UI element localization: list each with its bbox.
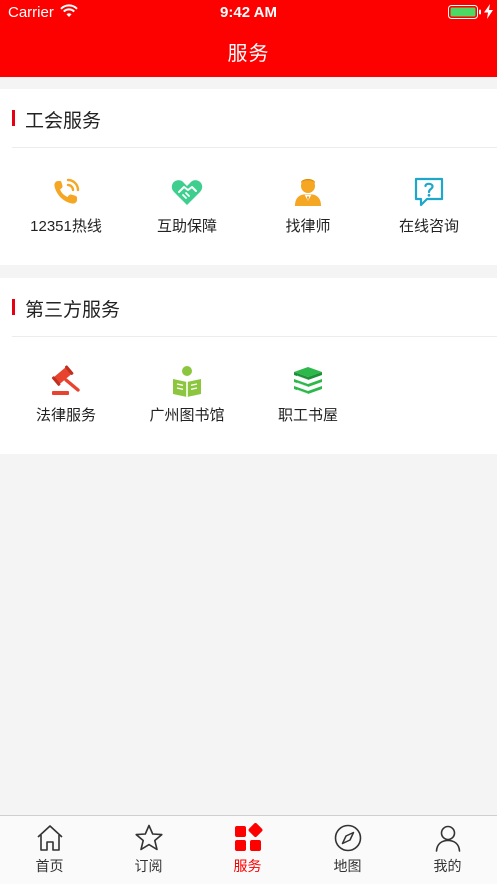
compass-icon (334, 824, 361, 852)
tab-subscribe[interactable]: 订阅 (99, 816, 198, 884)
section-accent-bar (12, 110, 15, 126)
page-title: 服务 (227, 43, 270, 65)
tab-bar: 首页 订阅 服务 地图 我的 (0, 815, 497, 884)
service-label: 法律服务 (35, 407, 96, 424)
section-header: 第三方服务 (12, 278, 497, 337)
section-accent-bar (12, 299, 15, 315)
service-label: 互助保障 (156, 218, 217, 235)
star-icon (134, 824, 163, 851)
service-item-hotline[interactable]: 12351热线 (6, 175, 126, 245)
service-item-legal[interactable]: 法律服务 (6, 364, 126, 434)
service-label: 在线咨询 (398, 218, 459, 235)
tab-label: 地图 (333, 858, 362, 874)
user-icon (435, 825, 460, 852)
books-icon (294, 367, 322, 395)
service-item-find-lawyer[interactable]: 找律师 (248, 175, 368, 245)
battery-icon (448, 5, 481, 19)
tab-home[interactable]: 首页 (0, 816, 99, 884)
service-item-mutual-aid[interactable]: 互助保障 (127, 175, 247, 245)
grid-icon (234, 823, 262, 851)
section-title: 工会服务 (25, 111, 102, 132)
phone-icon (54, 178, 80, 204)
service-item-workers-bookroom[interactable]: 职工书屋 (248, 364, 368, 434)
status-bar: Carrier 9:42 AM (0, 0, 497, 24)
charging-icon (484, 4, 493, 19)
service-item-library[interactable]: 广州图书馆 (127, 364, 247, 434)
service-item-online-consult[interactable]: 在线咨询 (369, 175, 489, 245)
status-time: 9:42 AM (220, 4, 277, 21)
tab-services[interactable]: 服务 (198, 816, 297, 884)
tab-map[interactable]: 地图 (298, 816, 397, 884)
lawyer-icon (295, 179, 321, 206)
header: Carrier 9:42 AM 服务 (0, 0, 497, 77)
section-header: 工会服务 (12, 89, 497, 148)
service-label: 广州图书馆 (149, 407, 225, 424)
service-label: 找律师 (285, 218, 331, 235)
tab-mine[interactable]: 我的 (398, 816, 497, 884)
question-chat-icon (414, 177, 444, 207)
section-title: 第三方服务 (25, 300, 121, 321)
home-icon (36, 825, 63, 851)
section-third-party-services: 第三方服务 法律服务 广州图书馆 职工书屋 (0, 278, 497, 454)
handshake-icon (171, 180, 203, 205)
tab-label: 首页 (35, 858, 64, 874)
service-label: 12351热线 (30, 218, 102, 235)
section-union-services: 工会服务 12351热线 互助保障 找律师 在线咨询 (0, 89, 497, 265)
tab-label: 服务 (233, 858, 262, 874)
tab-label: 我的 (433, 858, 462, 874)
gavel-icon (51, 365, 80, 395)
tab-label: 订阅 (134, 858, 163, 874)
service-label: 职工书屋 (277, 407, 338, 424)
reader-icon (173, 366, 201, 397)
